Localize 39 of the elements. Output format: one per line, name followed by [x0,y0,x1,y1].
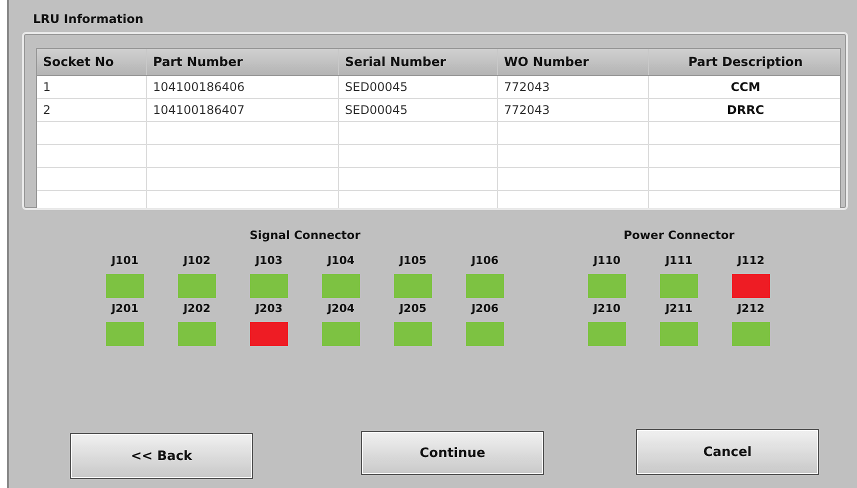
column-header: Serial Number [339,49,498,75]
group-title: Signal Connector [248,228,362,244]
connector-label: J203 [255,302,283,317]
connector-label: J101 [111,254,139,269]
connector-label: J210 [593,302,621,317]
connector-label: J205 [399,302,427,317]
group-title: Power Connector [622,228,736,244]
connector-label: J106 [471,254,499,269]
connector-label: J112 [737,254,765,269]
connector-label: J201 [111,302,139,317]
table-cell: CCM [649,76,840,98]
table-cell: 1 [37,76,147,98]
connector-label: J105 [399,254,427,269]
table-cell: 104100186407 [147,99,339,121]
column-header: Socket No [37,49,147,75]
table-cell: 772043 [498,76,649,98]
column-header: Part Description [649,49,840,75]
connector-label: J102 [183,254,211,269]
connector-label: J211 [665,302,693,317]
connector-label: J111 [665,254,693,269]
table-cell: DRRC [649,99,840,121]
table-cell: 104100186406 [147,76,339,98]
connector-label: J103 [255,254,283,269]
table-cell: SED00045 [339,99,498,121]
table-cell: SED00045 [339,76,498,98]
dialog-button[interactable]: << Back [70,433,253,479]
panel-title: LRU Information [33,12,144,28]
column-header: Part Number [147,49,339,75]
connector-label: J104 [327,254,355,269]
dialog-button[interactable]: Cancel [636,429,819,475]
table-cell: 772043 [498,99,649,121]
connector-label: J202 [183,302,211,317]
table-cell: 2 [37,99,147,121]
connector-label: J204 [327,302,355,317]
connector-label: J206 [471,302,499,317]
connector-label: J212 [737,302,765,317]
dialog-button[interactable]: Continue [361,431,544,475]
column-header: WO Number [498,49,649,75]
connector-label: J110 [593,254,621,269]
